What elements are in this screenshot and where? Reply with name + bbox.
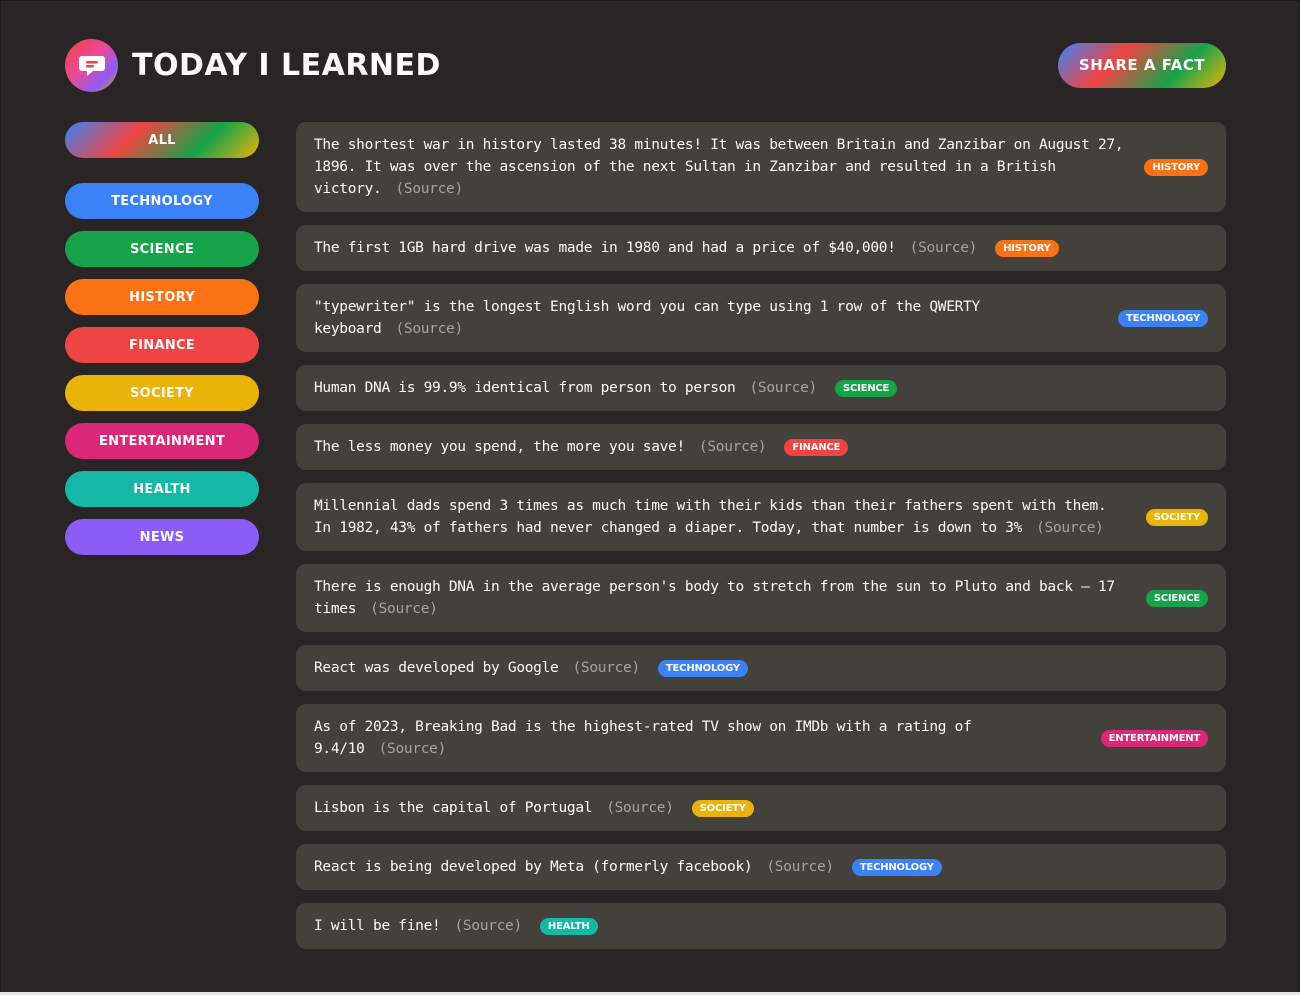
category-finance-button[interactable]: Finance (65, 327, 259, 363)
source-link[interactable]: (Source) (395, 181, 463, 197)
share-fact-button[interactable]: Share a fact (1058, 42, 1226, 88)
category-tag: History (995, 239, 1059, 257)
source-link[interactable]: (Source) (750, 380, 818, 396)
fact-text: Lisbon is the capital of Portugal (Source… (314, 797, 674, 819)
fact-item: The shortest war in history lasted 38 mi… (296, 122, 1226, 212)
fact-body: The first 1GB hard drive was made in 198… (314, 240, 896, 256)
category-health-button[interactable]: Health (65, 471, 259, 507)
category-tag: Society (1145, 508, 1208, 526)
category-tag: Science (834, 379, 898, 397)
category-tag: Health (539, 917, 598, 935)
source-link[interactable]: (Source) (370, 601, 438, 617)
fact-text: The less money you spend, the more you s… (314, 436, 767, 458)
category-tag: Society (691, 799, 754, 817)
category-technology-button[interactable]: Technology (65, 183, 259, 219)
fact-text: I will be fine! (Source) (314, 915, 522, 937)
source-link[interactable]: (Source) (454, 918, 522, 934)
fact-body: Lisbon is the capital of Portugal (314, 800, 593, 816)
header: Today I Learned Share a fact (65, 38, 1226, 92)
chat-bubble-logo-icon (65, 38, 118, 92)
fact-item: Human DNA is 99.9% identical from person… (296, 365, 1226, 411)
fact-body: I will be fine! (314, 918, 441, 934)
fact-item: As of 2023, Breaking Bad is the highest-… (296, 704, 1226, 772)
fact-item: The first 1GB hard drive was made in 198… (296, 225, 1226, 271)
source-link[interactable]: (Source) (606, 800, 674, 816)
category-tag: Entertainment (1100, 729, 1208, 747)
category-sidebar: All Technology Science History Finance S… (65, 122, 259, 567)
fact-text: React is being developed by Meta (former… (314, 856, 834, 878)
category-history-button[interactable]: History (65, 279, 259, 315)
category-tag: Technology (657, 659, 748, 677)
brand: Today I Learned (65, 38, 441, 92)
fact-text: The first 1GB hard drive was made in 198… (314, 237, 977, 259)
fact-text: There is enough DNA in the average perso… (314, 576, 1128, 620)
category-news-button[interactable]: News (65, 519, 259, 555)
source-link[interactable]: (Source) (910, 240, 978, 256)
category-society-button[interactable]: Society (65, 375, 259, 411)
facts-list: The shortest war in history lasted 38 mi… (296, 122, 1226, 962)
source-link[interactable]: (Source) (766, 859, 834, 875)
fact-body: React was developed by Google (314, 660, 559, 676)
source-link[interactable]: (Source) (1036, 520, 1104, 536)
app-title: Today I Learned (132, 47, 441, 83)
fact-body: The less money you spend, the more you s… (314, 439, 685, 455)
fact-item: "typewriter" is the longest English word… (296, 284, 1226, 352)
source-link[interactable]: (Source) (699, 439, 767, 455)
category-entertainment-button[interactable]: Entertainment (65, 423, 259, 459)
fact-text: As of 2023, Breaking Bad is the highest-… (314, 716, 1083, 760)
category-all-button[interactable]: All (65, 122, 259, 158)
fact-item: React is being developed by Meta (former… (296, 844, 1226, 890)
category-tag: Finance (784, 438, 849, 456)
fact-text: Millennial dads spend 3 times as much ti… (314, 495, 1128, 539)
fact-item: I will be fine! (Source) Health (296, 903, 1226, 949)
fact-text: React was developed by Google (Source) (314, 657, 640, 679)
fact-body: Human DNA is 99.9% identical from person… (314, 380, 736, 396)
category-tag: Science (1145, 589, 1208, 607)
fact-item: There is enough DNA in the average perso… (296, 564, 1226, 632)
fact-text: The shortest war in history lasted 38 mi… (314, 134, 1126, 200)
fact-text: Human DNA is 99.9% identical from person… (314, 377, 817, 399)
fact-item: Millennial dads spend 3 times as much ti… (296, 483, 1226, 551)
category-tag: Technology (1118, 309, 1208, 327)
category-tag: Technology (851, 858, 942, 876)
fact-body: Millennial dads spend 3 times as much ti… (314, 498, 1107, 536)
fact-item: React was developed by Google (Source) Te… (296, 645, 1226, 691)
source-link[interactable]: (Source) (572, 660, 640, 676)
source-link[interactable]: (Source) (395, 321, 463, 337)
category-science-button[interactable]: Science (65, 231, 259, 267)
source-link[interactable]: (Source) (379, 741, 447, 757)
fact-body: React is being developed by Meta (former… (314, 859, 753, 875)
category-tag: History (1144, 158, 1208, 176)
fact-text: "typewriter" is the longest English word… (314, 296, 1100, 340)
fact-item: The less money you spend, the more you s… (296, 424, 1226, 470)
fact-item: Lisbon is the capital of Portugal (Source… (296, 785, 1226, 831)
